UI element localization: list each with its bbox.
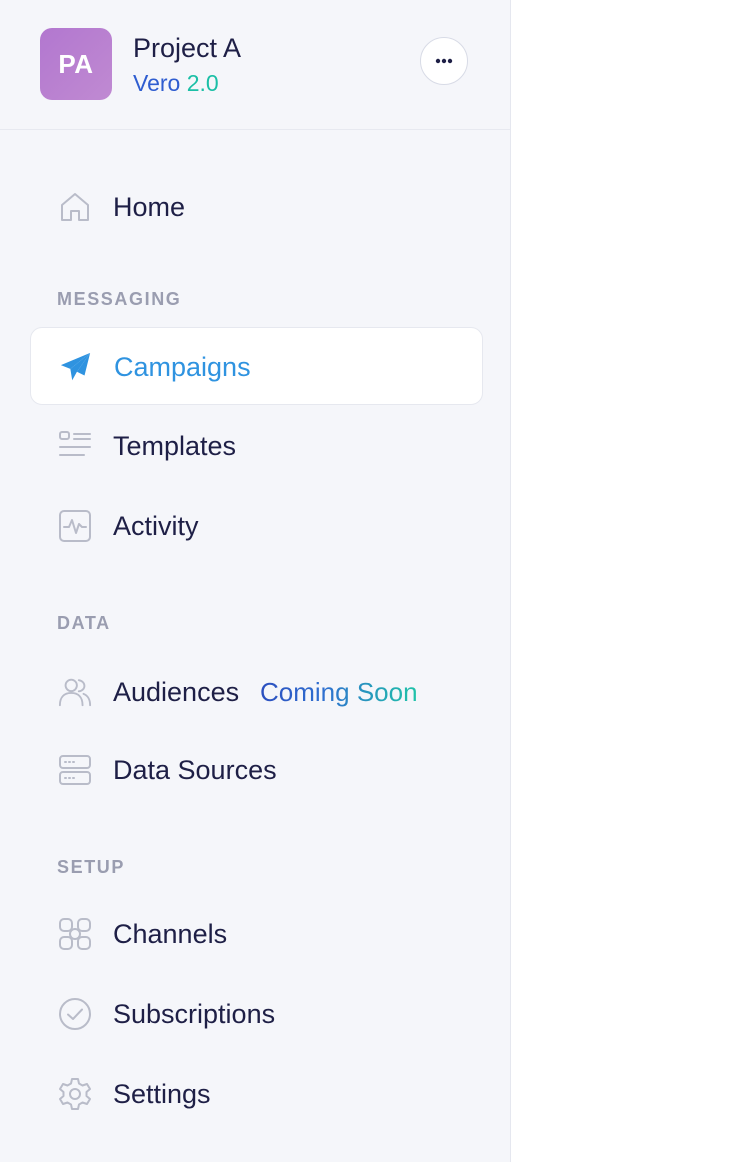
template-list-icon	[58, 429, 92, 463]
sidebar-item-templates[interactable]: Templates	[30, 407, 483, 485]
project-name[interactable]: Project A	[133, 33, 241, 64]
sidebar-item-label: Subscriptions	[113, 999, 276, 1029]
section-label-setup: SETUP	[57, 857, 126, 877]
sidebar-item-channels[interactable]: Channels	[30, 895, 483, 973]
version-name: Vero	[133, 70, 181, 96]
channels-grid-icon	[58, 917, 92, 951]
paper-plane-icon	[59, 350, 93, 384]
project-avatar[interactable]: PA	[40, 28, 112, 100]
sidebar-item-label: Campaigns	[114, 352, 251, 382]
sidebar-item-label: Templates	[113, 431, 237, 461]
check-circle-icon	[58, 997, 92, 1031]
sidebar-item-campaigns[interactable]: Campaigns	[30, 327, 483, 405]
gear-icon	[58, 1077, 92, 1111]
home-icon	[58, 190, 92, 224]
sidebar-item-audiences[interactable]: Audiences Coming Soon	[30, 653, 483, 731]
more-horizontal-icon	[435, 58, 453, 64]
section-label-messaging: MESSAGING	[57, 289, 182, 309]
sidebar-item-activity[interactable]: Activity	[30, 487, 483, 565]
sidebar-item-label: Channels	[113, 919, 228, 949]
sidebar-item-label: Audiences	[113, 677, 240, 707]
activity-pulse-icon	[58, 509, 92, 543]
sidebar-item-data-sources[interactable]: Data Sources	[30, 731, 483, 809]
project-version: Vero 2.0	[133, 70, 219, 97]
users-icon	[58, 675, 92, 709]
project-more-button[interactable]	[420, 37, 468, 85]
sidebar-item-label: Data Sources	[113, 755, 277, 785]
server-icon	[58, 753, 92, 787]
project-header: PA Project A Vero 2.0	[0, 0, 510, 130]
sidebar-item-subscriptions[interactable]: Subscriptions	[30, 975, 483, 1053]
version-number: 2.0	[186, 70, 219, 96]
main-content-area	[512, 0, 748, 1162]
section-label-data: DATA	[57, 613, 111, 633]
sidebar-item-label: Settings	[113, 1079, 211, 1109]
coming-soon-badge: Coming Soon	[260, 677, 418, 707]
sidebar-item-label: Activity	[113, 511, 199, 541]
sidebar-item-settings[interactable]: Settings	[30, 1055, 483, 1133]
sidebar-item-home[interactable]: Home	[30, 168, 483, 246]
sidebar-item-label: Home	[113, 192, 186, 222]
sidebar: PA Project A Vero 2.0 Home MESSAGING Cam…	[0, 0, 511, 1162]
